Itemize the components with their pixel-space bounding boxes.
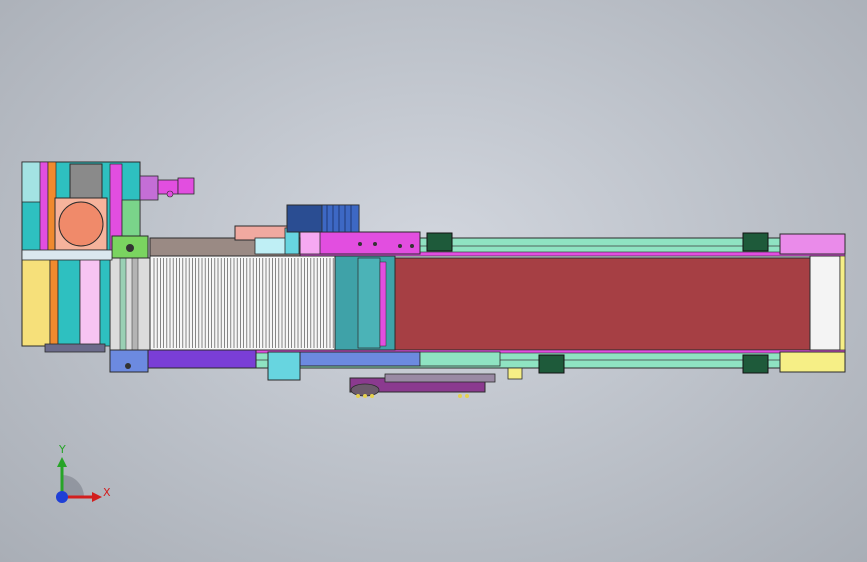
coordinate-triad-icon bbox=[56, 457, 102, 503]
rail-block bbox=[538, 354, 565, 374]
bottom-pulley bbox=[349, 373, 496, 398]
rail-block bbox=[742, 354, 769, 374]
side-sensor bbox=[139, 175, 195, 201]
rail-block bbox=[742, 232, 769, 252]
conveyor-belt bbox=[394, 257, 811, 351]
left-motor-housing bbox=[21, 161, 149, 259]
coordinate-triad bbox=[40, 435, 120, 515]
ribbed-belt-section bbox=[149, 255, 336, 351]
conveyor-assembly-drawing[interactable] bbox=[0, 0, 867, 562]
purple-roller-bar bbox=[147, 349, 257, 369]
x-axis-label: X bbox=[103, 486, 111, 499]
rail-block bbox=[426, 232, 453, 252]
y-axis-label: Y bbox=[59, 443, 66, 456]
right-idler bbox=[809, 255, 841, 351]
cad-viewport[interactable] bbox=[0, 0, 867, 562]
